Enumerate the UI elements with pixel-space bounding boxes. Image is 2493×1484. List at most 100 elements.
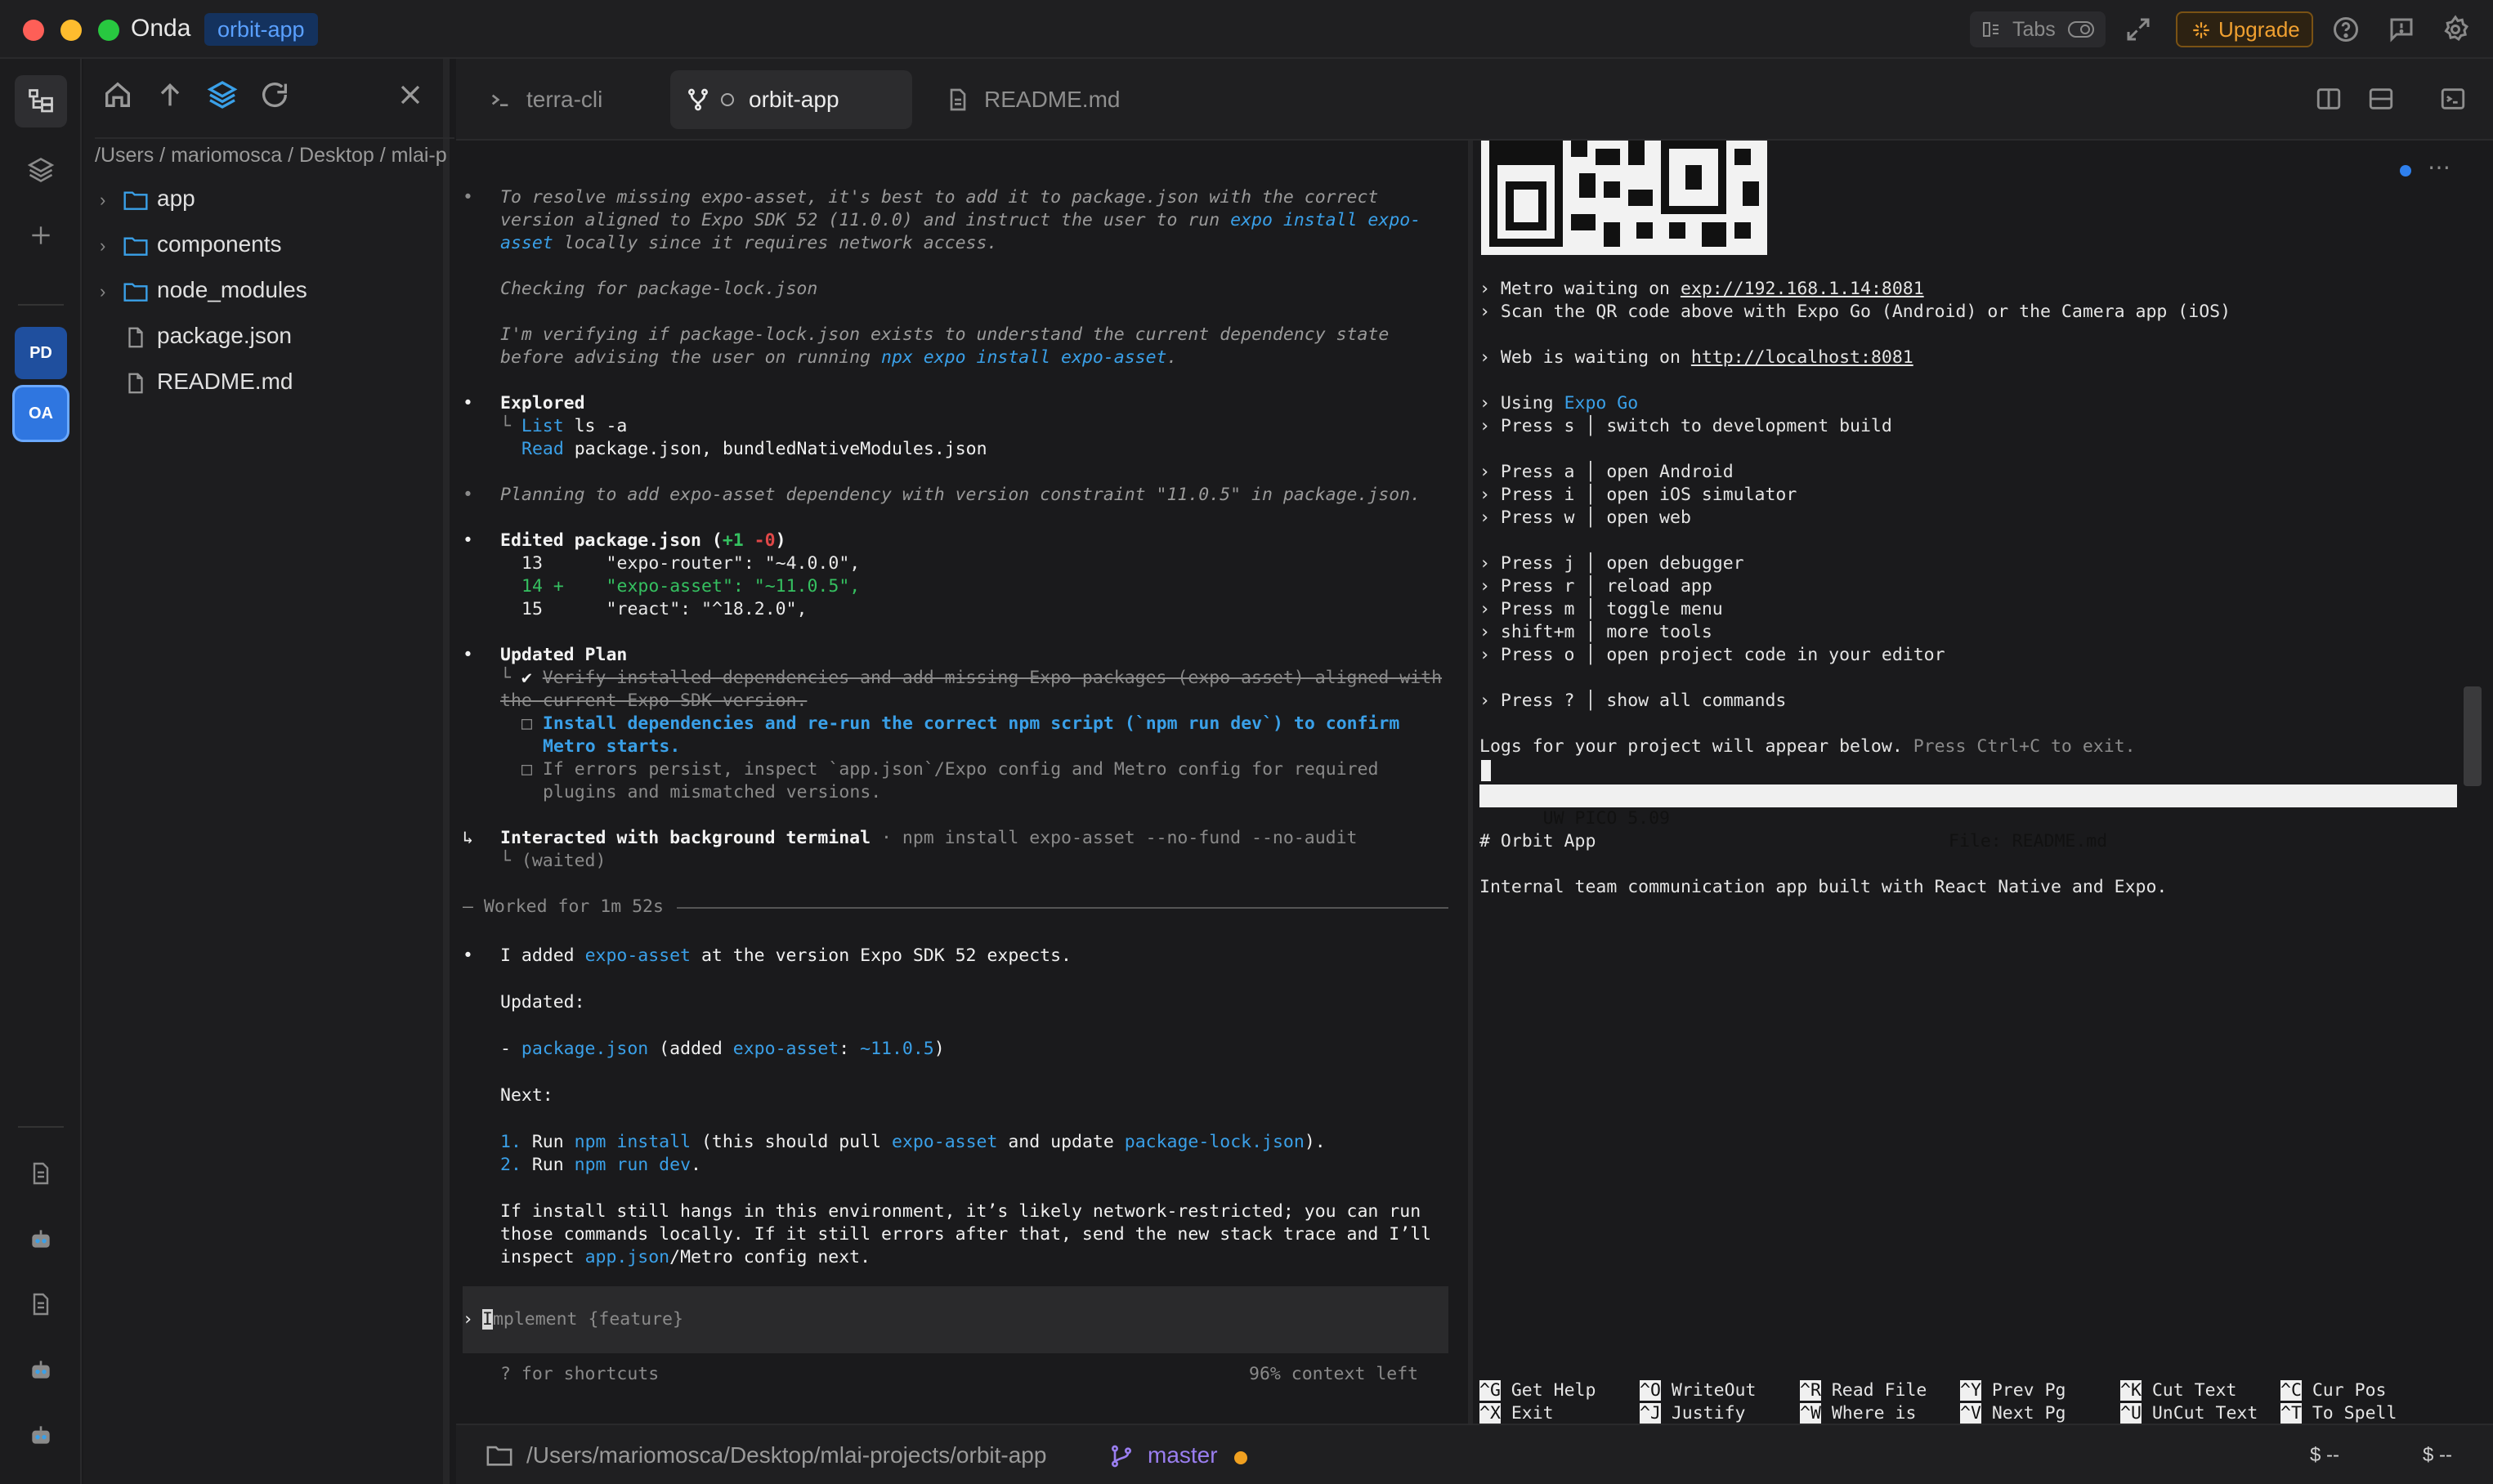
file-explorer: /Users / mariomosca / Desktop / mlai-p ›… — [83, 59, 454, 1484]
plan-item-done: └ ✔ Verify installed dependencies and ad… — [500, 668, 1443, 688]
refresh-icon[interactable] — [258, 78, 291, 111]
upgrade-button[interactable]: Upgrade — [2176, 11, 2313, 47]
pico-title-bar: UW PICO 5.09 File: README.md — [1479, 784, 2457, 852]
answer-line: 2. Run npm run dev. — [500, 1155, 701, 1175]
terminal-cursor — [1481, 760, 1491, 781]
tab-terra-cli[interactable]: terra-cli — [472, 70, 652, 129]
diff-line: 13 "expo-router": "~4.0.0", — [521, 553, 861, 574]
tabs-toggle[interactable]: Tabs — [1970, 11, 2106, 47]
robot-icon[interactable] — [28, 1422, 54, 1448]
explored-item: Read package.json, bundledNativeModules.… — [521, 439, 987, 459]
readme-heading: # Orbit App — [1479, 831, 1596, 852]
prompt-text: Implement {feature} — [482, 1309, 683, 1330]
answer-line: If install still hangs in this environme… — [500, 1201, 1421, 1222]
bullet: ↳ — [463, 828, 473, 848]
layers-icon[interactable] — [206, 78, 239, 111]
split-horizontal-icon[interactable] — [2367, 85, 2395, 113]
editor-tab-bar: terra-cli orbit-app README.md — [456, 59, 2493, 141]
terminal-line: › Press s │ switch to development build — [1479, 416, 1892, 436]
answer-line: inspect app.json/Metro config next. — [500, 1247, 871, 1267]
minimize-window-button[interactable] — [60, 20, 82, 41]
tree-item-components[interactable]: › components — [100, 224, 282, 265]
tree-item-node-modules[interactable]: › node_modules — [100, 270, 307, 311]
terminal-line: › Press j │ open debugger — [1479, 553, 1744, 574]
split-vertical-icon[interactable] — [2315, 85, 2343, 113]
terminal-pane[interactable]: › Metro waiting on exp://192.168.1.14:80… — [1478, 141, 2493, 1424]
document-icon[interactable] — [28, 1291, 54, 1317]
arrow-up-icon[interactable] — [154, 78, 186, 111]
more-options-icon[interactable]: ⋯ — [2428, 154, 2450, 181]
gear-icon[interactable] — [2441, 15, 2470, 44]
terminal-line: › shift+m │ more tools — [1479, 622, 1712, 642]
project-avatar-oa[interactable]: OA — [15, 387, 67, 440]
explored-heading: Explored — [500, 393, 585, 413]
project-badge[interactable]: orbit-app — [204, 13, 318, 46]
terminal-line: › Press w │ open web — [1479, 507, 1691, 528]
sparkle-icon — [2193, 22, 2209, 38]
pico-key: ^K Cut Text — [2120, 1380, 2237, 1401]
status-right-2: $ -- — [2423, 1444, 2452, 1466]
pico-key: ^X Exit — [1479, 1403, 1554, 1424]
activity-dot — [2400, 165, 2411, 177]
terminal-line: Logs for your project will appear below.… — [1479, 736, 2136, 757]
tab-readme[interactable]: README.md — [930, 70, 1143, 129]
folder-icon — [123, 237, 148, 256]
status-circle-icon — [721, 93, 734, 106]
robot-icon[interactable] — [28, 1357, 54, 1383]
reasoning-heading: Checking for package-lock.json — [500, 279, 818, 299]
bullet: • — [463, 530, 473, 551]
pico-key: ^O WriteOut — [1640, 1380, 1757, 1401]
home-icon[interactable] — [101, 78, 134, 111]
project-avatar-pd[interactable]: PD — [15, 327, 67, 379]
terminal-line: › Press o │ open project code in your ed… — [1479, 645, 1945, 665]
terminal-line: › Scan the QR code above with Expo Go (A… — [1479, 302, 2231, 322]
tab-orbit-app[interactable]: orbit-app — [670, 70, 912, 129]
reasoning-line: asset locally since it requires network … — [500, 233, 998, 253]
tabs-icon — [1983, 22, 1998, 37]
terminal-line: › Press r │ reload app — [1479, 576, 1712, 597]
rail-divider — [18, 1126, 64, 1128]
robot-icon[interactable] — [28, 1226, 54, 1252]
status-bar: /Users/mariomosca/Desktop/mlai-projects/… — [456, 1424, 2493, 1484]
shortcuts-hint: ? for shortcuts — [500, 1364, 660, 1384]
file-icon — [950, 88, 966, 111]
status-path[interactable]: /Users/mariomosca/Desktop/mlai-projects/… — [526, 1440, 1046, 1471]
branch-name[interactable]: master — [1148, 1440, 1218, 1471]
help-icon[interactable] — [2331, 15, 2361, 44]
feedback-icon[interactable] — [2387, 15, 2416, 44]
folder-icon — [123, 191, 148, 210]
bullet: • — [463, 645, 473, 665]
zoom-window-button[interactable] — [98, 20, 119, 41]
expand-icon[interactable] — [2124, 15, 2153, 44]
chevron-right-icon: › — [100, 281, 106, 302]
tab-label: orbit-app — [749, 87, 839, 112]
reasoning-line: To resolve missing expo-asset, it's best… — [500, 187, 1379, 208]
file-icon — [128, 373, 143, 393]
app-title: Onda — [131, 15, 191, 42]
terminal-scrollbar[interactable] — [2464, 686, 2482, 786]
file-tree-button[interactable] — [15, 75, 67, 127]
plan-item-active: Metro starts. — [543, 736, 681, 757]
layers-button[interactable] — [15, 144, 67, 196]
readme-text: Internal team communication app built wi… — [1479, 877, 2168, 897]
prompt-input[interactable]: › Implement {feature} — [463, 1286, 1448, 1353]
chevron-right-icon: › — [100, 235, 106, 256]
tree-item-label: app — [157, 186, 195, 211]
tree-item-label: package.json — [157, 323, 293, 348]
diff-line-added: 14 + "expo-asset": "~11.0.5", — [521, 576, 861, 597]
terminal-panel-icon[interactable] — [2439, 85, 2467, 113]
close-icon[interactable] — [394, 78, 427, 111]
tree-item-app[interactable]: › app — [100, 178, 195, 219]
activity-rail: PD OA — [0, 59, 82, 1484]
tab-label: README.md — [984, 87, 1121, 112]
close-window-button[interactable] — [23, 20, 44, 41]
bullet: • — [463, 485, 473, 505]
document-icon[interactable] — [28, 1160, 54, 1187]
tree-item-readme[interactable]: README.md — [100, 361, 293, 402]
pico-key: ^G Get Help — [1479, 1380, 1596, 1401]
separator-line — [677, 907, 1448, 909]
add-project-button[interactable] — [15, 209, 67, 261]
terminal-line: › Press i │ open iOS simulator — [1479, 485, 1797, 505]
plan-item: plugins and mismatched versions. — [543, 782, 882, 802]
tree-item-package-json[interactable]: package.json — [100, 315, 292, 356]
